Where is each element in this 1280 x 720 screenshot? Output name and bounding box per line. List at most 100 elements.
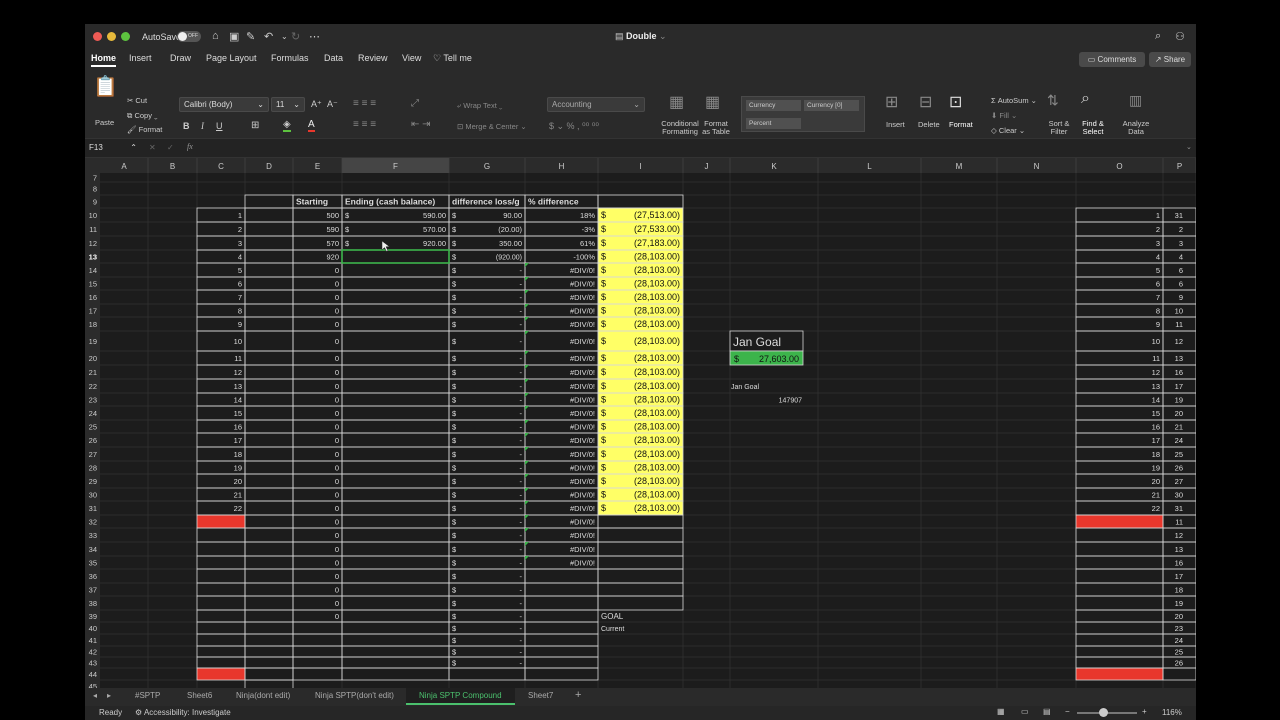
- bold-button[interactable]: B: [183, 121, 190, 131]
- conditional-formatting-icon[interactable]: ▦: [669, 92, 684, 112]
- zoom-in-icon[interactable]: +: [1142, 707, 1147, 716]
- more-icon[interactable]: ⋯: [309, 30, 320, 43]
- sheet-tab-ninja-sptp-compound[interactable]: Ninja SPTP Compound: [406, 688, 515, 705]
- page-layout-view-icon[interactable]: ▭: [1021, 707, 1029, 716]
- insert-cells-icon[interactable]: ⊞: [885, 92, 898, 112]
- paste-button[interactable]: Paste: [95, 118, 114, 127]
- zoom-out-icon[interactable]: −: [1065, 707, 1070, 716]
- cell-styles-gallery[interactable]: Currency Currency [0] Percent: [741, 96, 865, 132]
- sheet-tab-sheet7[interactable]: Sheet7: [528, 691, 553, 700]
- expand-formula-icon[interactable]: ⌄: [1186, 143, 1192, 151]
- comments-button[interactable]: ▭ Comments: [1079, 52, 1145, 67]
- indent-icon[interactable]: ⇤ ⇥: [411, 119, 431, 130]
- tab-home[interactable]: Home: [91, 53, 117, 67]
- minimize-window-icon[interactable]: [107, 32, 116, 41]
- cut-button[interactable]: ✂ Cut: [127, 96, 147, 105]
- delete-cells-icon[interactable]: ⊟: [919, 92, 932, 112]
- tab-draw[interactable]: Draw: [170, 53, 191, 63]
- analyze-data-button[interactable]: Analyze Data: [1121, 120, 1151, 136]
- spreadsheet-grid[interactable]: A B C D E F G H I J K L M N O P 7 8 9 10 11 12 13 14 15 16 17 18 19 2…: [85, 158, 1196, 712]
- sheet-tab-sptp[interactable]: #SPTP: [135, 691, 160, 700]
- format-cells-button[interactable]: Format: [949, 120, 973, 129]
- increase-font-icon[interactable]: A⁺: [311, 99, 322, 110]
- sheet-tab-sheet6[interactable]: Sheet6: [187, 691, 212, 700]
- fill-color-icon[interactable]: ◈: [283, 119, 291, 132]
- share-people-icon[interactable]: ⚇: [1175, 30, 1185, 43]
- tab-view[interactable]: View: [402, 53, 421, 63]
- fill-button[interactable]: ⬇ Fill ⌄: [991, 111, 1017, 120]
- zoom-slider-handle[interactable]: [1099, 708, 1108, 717]
- add-sheet-icon[interactable]: +: [575, 689, 581, 701]
- underline-button[interactable]: U: [216, 121, 223, 131]
- search-icon[interactable]: ⌕: [1155, 30, 1161, 43]
- align-left-icon[interactable]: ≡ ≡ ≡: [353, 119, 376, 130]
- tab-insert[interactable]: Insert: [129, 53, 152, 63]
- font-size-select[interactable]: 11 ⌄: [271, 97, 305, 112]
- number-format-select[interactable]: Accounting ⌄: [547, 97, 645, 112]
- format-as-table-button[interactable]: Format as Table: [701, 120, 731, 136]
- close-window-icon[interactable]: [93, 32, 102, 41]
- format-cells-icon[interactable]: ⊡: [949, 92, 962, 112]
- clear-button[interactable]: ◇ Clear ⌄: [991, 126, 1025, 135]
- italic-button[interactable]: I: [201, 121, 204, 131]
- orientation-icon[interactable]: ⤢: [411, 98, 419, 109]
- scroll-left-icon[interactable]: ◂: [93, 691, 97, 700]
- table-cell: [292, 645, 343, 658]
- scroll-right-icon[interactable]: ▸: [107, 691, 111, 700]
- enter-icon[interactable]: ✓: [167, 143, 174, 152]
- format-as-table-icon[interactable]: ▦: [705, 92, 720, 112]
- style-currency-0[interactable]: Currency [0]: [804, 100, 859, 111]
- tab-formulas[interactable]: Formulas: [271, 53, 309, 63]
- insert-cells-button[interactable]: Insert: [886, 120, 905, 129]
- tab-data[interactable]: Data: [324, 53, 343, 63]
- conditional-formatting-button[interactable]: Conditional Formatting: [660, 120, 700, 136]
- clipboard-icon[interactable]: 📋: [93, 74, 118, 99]
- find-select-button[interactable]: Find & Select: [1079, 120, 1107, 136]
- save-icon[interactable]: ▣: [229, 30, 239, 43]
- row-header-24: 24: [89, 409, 97, 418]
- tab-review[interactable]: Review: [358, 53, 388, 63]
- column-header-e: E: [315, 162, 320, 171]
- tab-page-layout[interactable]: Page Layout: [206, 53, 257, 63]
- cancel-icon[interactable]: ✕: [149, 143, 156, 152]
- autosum-button[interactable]: Σ AutoSum ⌄: [991, 96, 1037, 105]
- undo-icon[interactable]: ↶: [264, 30, 273, 43]
- zoom-level[interactable]: 116%: [1162, 708, 1182, 717]
- page-break-view-icon[interactable]: ▤: [1043, 707, 1051, 716]
- sheet-tab-ninja-sptp[interactable]: Ninja SPTP(don't edit): [315, 691, 394, 700]
- zoom-slider[interactable]: [1077, 708, 1137, 717]
- analyze-data-icon[interactable]: ▥: [1129, 92, 1142, 109]
- font-name-select[interactable]: Calibri (Body) ⌄: [179, 97, 269, 112]
- name-box[interactable]: F13 ⌃: [89, 143, 137, 152]
- tell-me[interactable]: ♡ Tell me: [433, 53, 472, 64]
- zoom-window-icon[interactable]: [121, 32, 130, 41]
- function-icon[interactable]: fx: [187, 142, 193, 151]
- formula-input[interactable]: [201, 139, 1181, 157]
- accessibility-status[interactable]: ⚙ Accessibility: Investigate: [135, 708, 231, 717]
- home-icon[interactable]: ⌂: [212, 30, 219, 42]
- share-button[interactable]: ↗ Share: [1149, 52, 1191, 67]
- wrap-text-button[interactable]: ⤶ Wrap Text ⌄: [457, 101, 502, 111]
- sheet-tab-ninja-dont-edit[interactable]: Ninja(dont edit): [236, 691, 290, 700]
- autosave-toggle[interactable]: OFF: [177, 31, 201, 42]
- merge-center-button[interactable]: ⊡ Merge & Center ⌄: [457, 122, 527, 131]
- borders-icon[interactable]: ⊞: [251, 120, 259, 131]
- copy-button[interactable]: ⧉ Copy ⌄: [127, 111, 158, 121]
- align-top-icon[interactable]: ≡ ≡ ≡: [353, 98, 376, 109]
- number-format-icons[interactable]: $ ⌄ % , ⁰⁰ ⁰⁰: [549, 121, 599, 132]
- normal-view-icon[interactable]: ▦: [997, 707, 1005, 716]
- sort-filter-button[interactable]: Sort & Filter: [1045, 120, 1073, 136]
- font-color-icon[interactable]: A: [308, 119, 315, 132]
- chevron-down-icon[interactable]: ⌄: [281, 32, 288, 41]
- cell-o: 19: [1152, 464, 1160, 473]
- grid-canvas[interactable]: A B C D E F G H I J K L M N O P789101112131415161718192…: [85, 158, 1196, 688]
- style-currency[interactable]: Currency: [746, 100, 801, 111]
- format-painter-button[interactable]: 🖌 Format: [127, 125, 162, 134]
- sort-filter-icon[interactable]: ⇅: [1047, 92, 1059, 109]
- delete-cells-button[interactable]: Delete: [918, 120, 940, 129]
- cell-g-symbol: $: [452, 586, 457, 595]
- decrease-font-icon[interactable]: A⁻: [327, 99, 338, 110]
- find-select-icon[interactable]: ⌕: [1081, 90, 1090, 108]
- style-percent[interactable]: Percent: [746, 118, 801, 129]
- edit-icon[interactable]: ✎: [246, 30, 255, 43]
